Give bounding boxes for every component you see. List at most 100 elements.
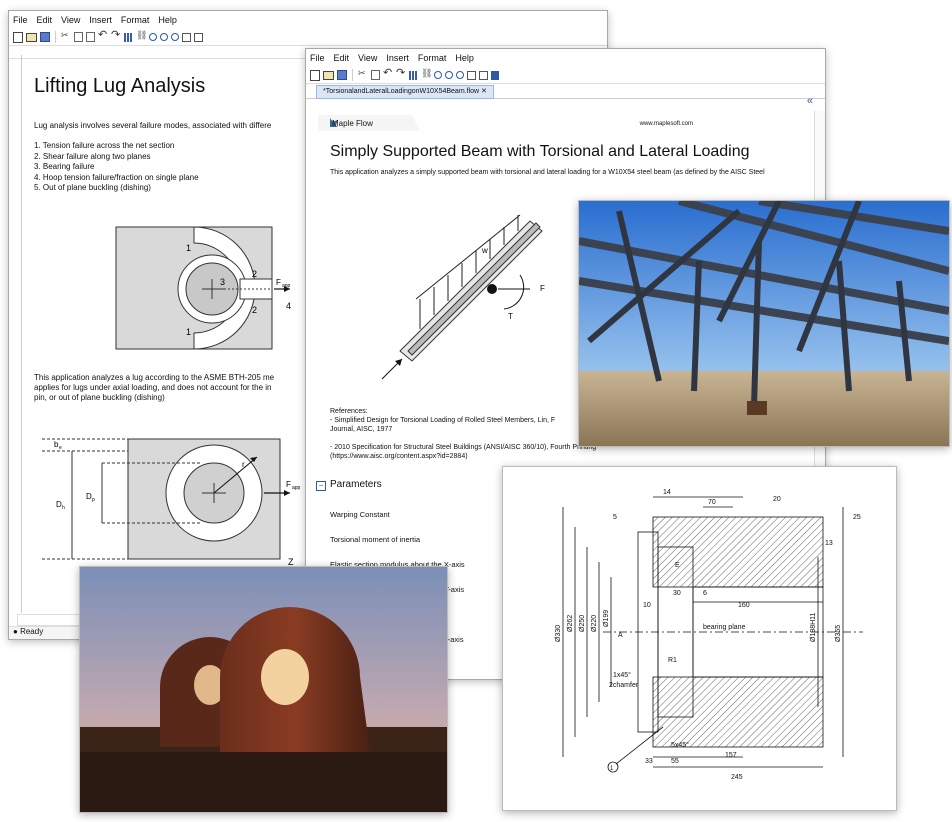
intro-text: This application analyzes a simply suppo… [330,169,765,176]
dim-a: A [618,632,623,639]
ungroup-icon[interactable] [479,70,488,80]
redo-icon[interactable] [111,28,121,42]
cut-icon[interactable] [358,68,368,80]
menu-bar: File Edit View Insert Format Help [306,49,825,67]
toolbar [9,28,607,46]
label-fapp2-sub: app [292,485,301,491]
dim-1x45: 1x45° [613,671,631,679]
paste-icon[interactable] [86,32,95,42]
label-dh-sub: h [62,505,65,511]
toolbar [306,66,825,84]
label-1b: 1 [186,327,191,337]
lug-dimension-diagram: b e D h D p r F app Z [42,438,301,567]
menu-insert[interactable]: Insert [386,51,409,65]
dim-5x45: 5x45° [671,741,689,749]
zoom-fit-icon[interactable] [171,33,179,41]
menu-edit[interactable]: Edit [37,13,53,27]
menu-format[interactable]: Format [121,13,150,27]
label-2: 2 [252,269,257,279]
zoom-out-icon[interactable] [445,71,453,79]
lug-failure-diagram: 1 1 2 2 3 4 F app [115,226,291,350]
menu-edit[interactable]: Edit [334,51,350,65]
group-icon[interactable] [467,70,476,80]
label-w: w [481,246,488,255]
list-item: 2. Shear failure along two planes [34,151,151,161]
list-item: 5. Out of plane buckling (dishing) [34,183,151,192]
label-1: 1 [186,243,191,253]
failure-mode-list: 1. Tension failure across the net sectio… [34,141,199,194]
redo-icon[interactable] [396,66,406,80]
link-icon[interactable] [421,68,432,80]
open-folder-icon[interactable] [26,32,37,42]
dim-70: 70 [708,499,716,506]
dim-25: 25 [853,514,861,521]
dim-198: Ø198H11 [810,612,817,642]
label-2b: 2 [252,305,257,315]
list-item: Warping Constant [330,510,390,519]
dim-330: Ø330 [555,625,562,642]
menu-view[interactable]: View [61,13,80,27]
save-icon[interactable] [337,70,347,80]
link-icon[interactable] [136,30,147,42]
label-4: 4 [286,301,291,311]
open-folder-icon[interactable] [323,70,334,80]
zoom-fit-icon[interactable] [456,71,464,79]
zoom-out-icon[interactable] [160,33,168,41]
label-be-sub: e [59,445,62,451]
close-icon[interactable]: ✕ [481,88,487,95]
balloon-1: 1 [610,766,614,772]
analysis-line-2: applies for lugs under axial loading, an… [34,383,272,392]
undo-icon[interactable] [98,28,108,42]
group-icon[interactable] [182,32,191,42]
menu-file[interactable]: File [310,51,325,65]
collapse-section-icon[interactable]: − [316,481,326,491]
copy-icon[interactable] [74,32,83,42]
dim-r1: R1 [668,657,677,664]
label-fapp: F [276,278,281,287]
lifting-lug-photo [79,566,448,813]
bearing-plane: bearing plane [703,624,746,631]
analysis-text: This application analyzes a lug accordin… [34,373,334,403]
menu-help[interactable]: Help [158,13,177,27]
ref-line: (https://www.aisc.org/content.aspx?id=28… [330,453,468,460]
zoom-in-icon[interactable] [434,71,442,79]
dim-220: Ø220 [591,615,598,632]
analysis-line-3: pin, or out of plane buckling (dishing) [34,393,165,402]
ungroup-icon[interactable] [194,32,203,42]
dim-245: 245 [731,774,743,781]
brand-name: Maple Flow [332,119,373,128]
page-title: Simply Supported Beam with Torsional and… [330,143,750,160]
label-r: r [242,460,245,469]
menu-help[interactable]: Help [455,51,474,65]
dim-355: Ø355 [835,625,842,642]
panel-icon[interactable] [491,70,499,80]
dim-250: Ø250 [579,615,586,632]
table-icon[interactable] [409,70,418,80]
dim-30: 30 [673,590,681,597]
dim-6: 6 [703,590,707,597]
menu-file[interactable]: File [13,13,28,27]
dim-10: 10 [643,602,651,609]
new-document-icon[interactable] [13,31,23,43]
menu-bar: File Edit View Insert Format Help [9,11,607,29]
new-document-icon[interactable] [310,69,320,81]
beam-diagram: w F T [381,214,545,380]
menu-view[interactable]: View [358,51,377,65]
dim-20: 20 [773,496,781,503]
dim-160: 160 [738,602,750,609]
list-item: 3. Bearing failure [34,162,95,171]
list-item: 4. Hoop tension failure/fraction on sing… [34,172,199,182]
undo-icon[interactable] [383,66,393,80]
table-icon[interactable] [124,32,133,42]
website-url: www.maplesoft.com [639,121,693,127]
cut-icon[interactable] [61,30,71,42]
copy-icon[interactable] [371,70,380,80]
dim-chamfer: 2chamfer [609,682,639,689]
label-fapp-sub: app [282,283,291,289]
menu-insert[interactable]: Insert [89,13,112,27]
dim-262: Ø262 [567,615,574,632]
zoom-in-icon[interactable] [149,33,157,41]
save-icon[interactable] [40,32,50,42]
menu-format[interactable]: Format [418,51,447,65]
label-fapp2: F [286,480,291,489]
